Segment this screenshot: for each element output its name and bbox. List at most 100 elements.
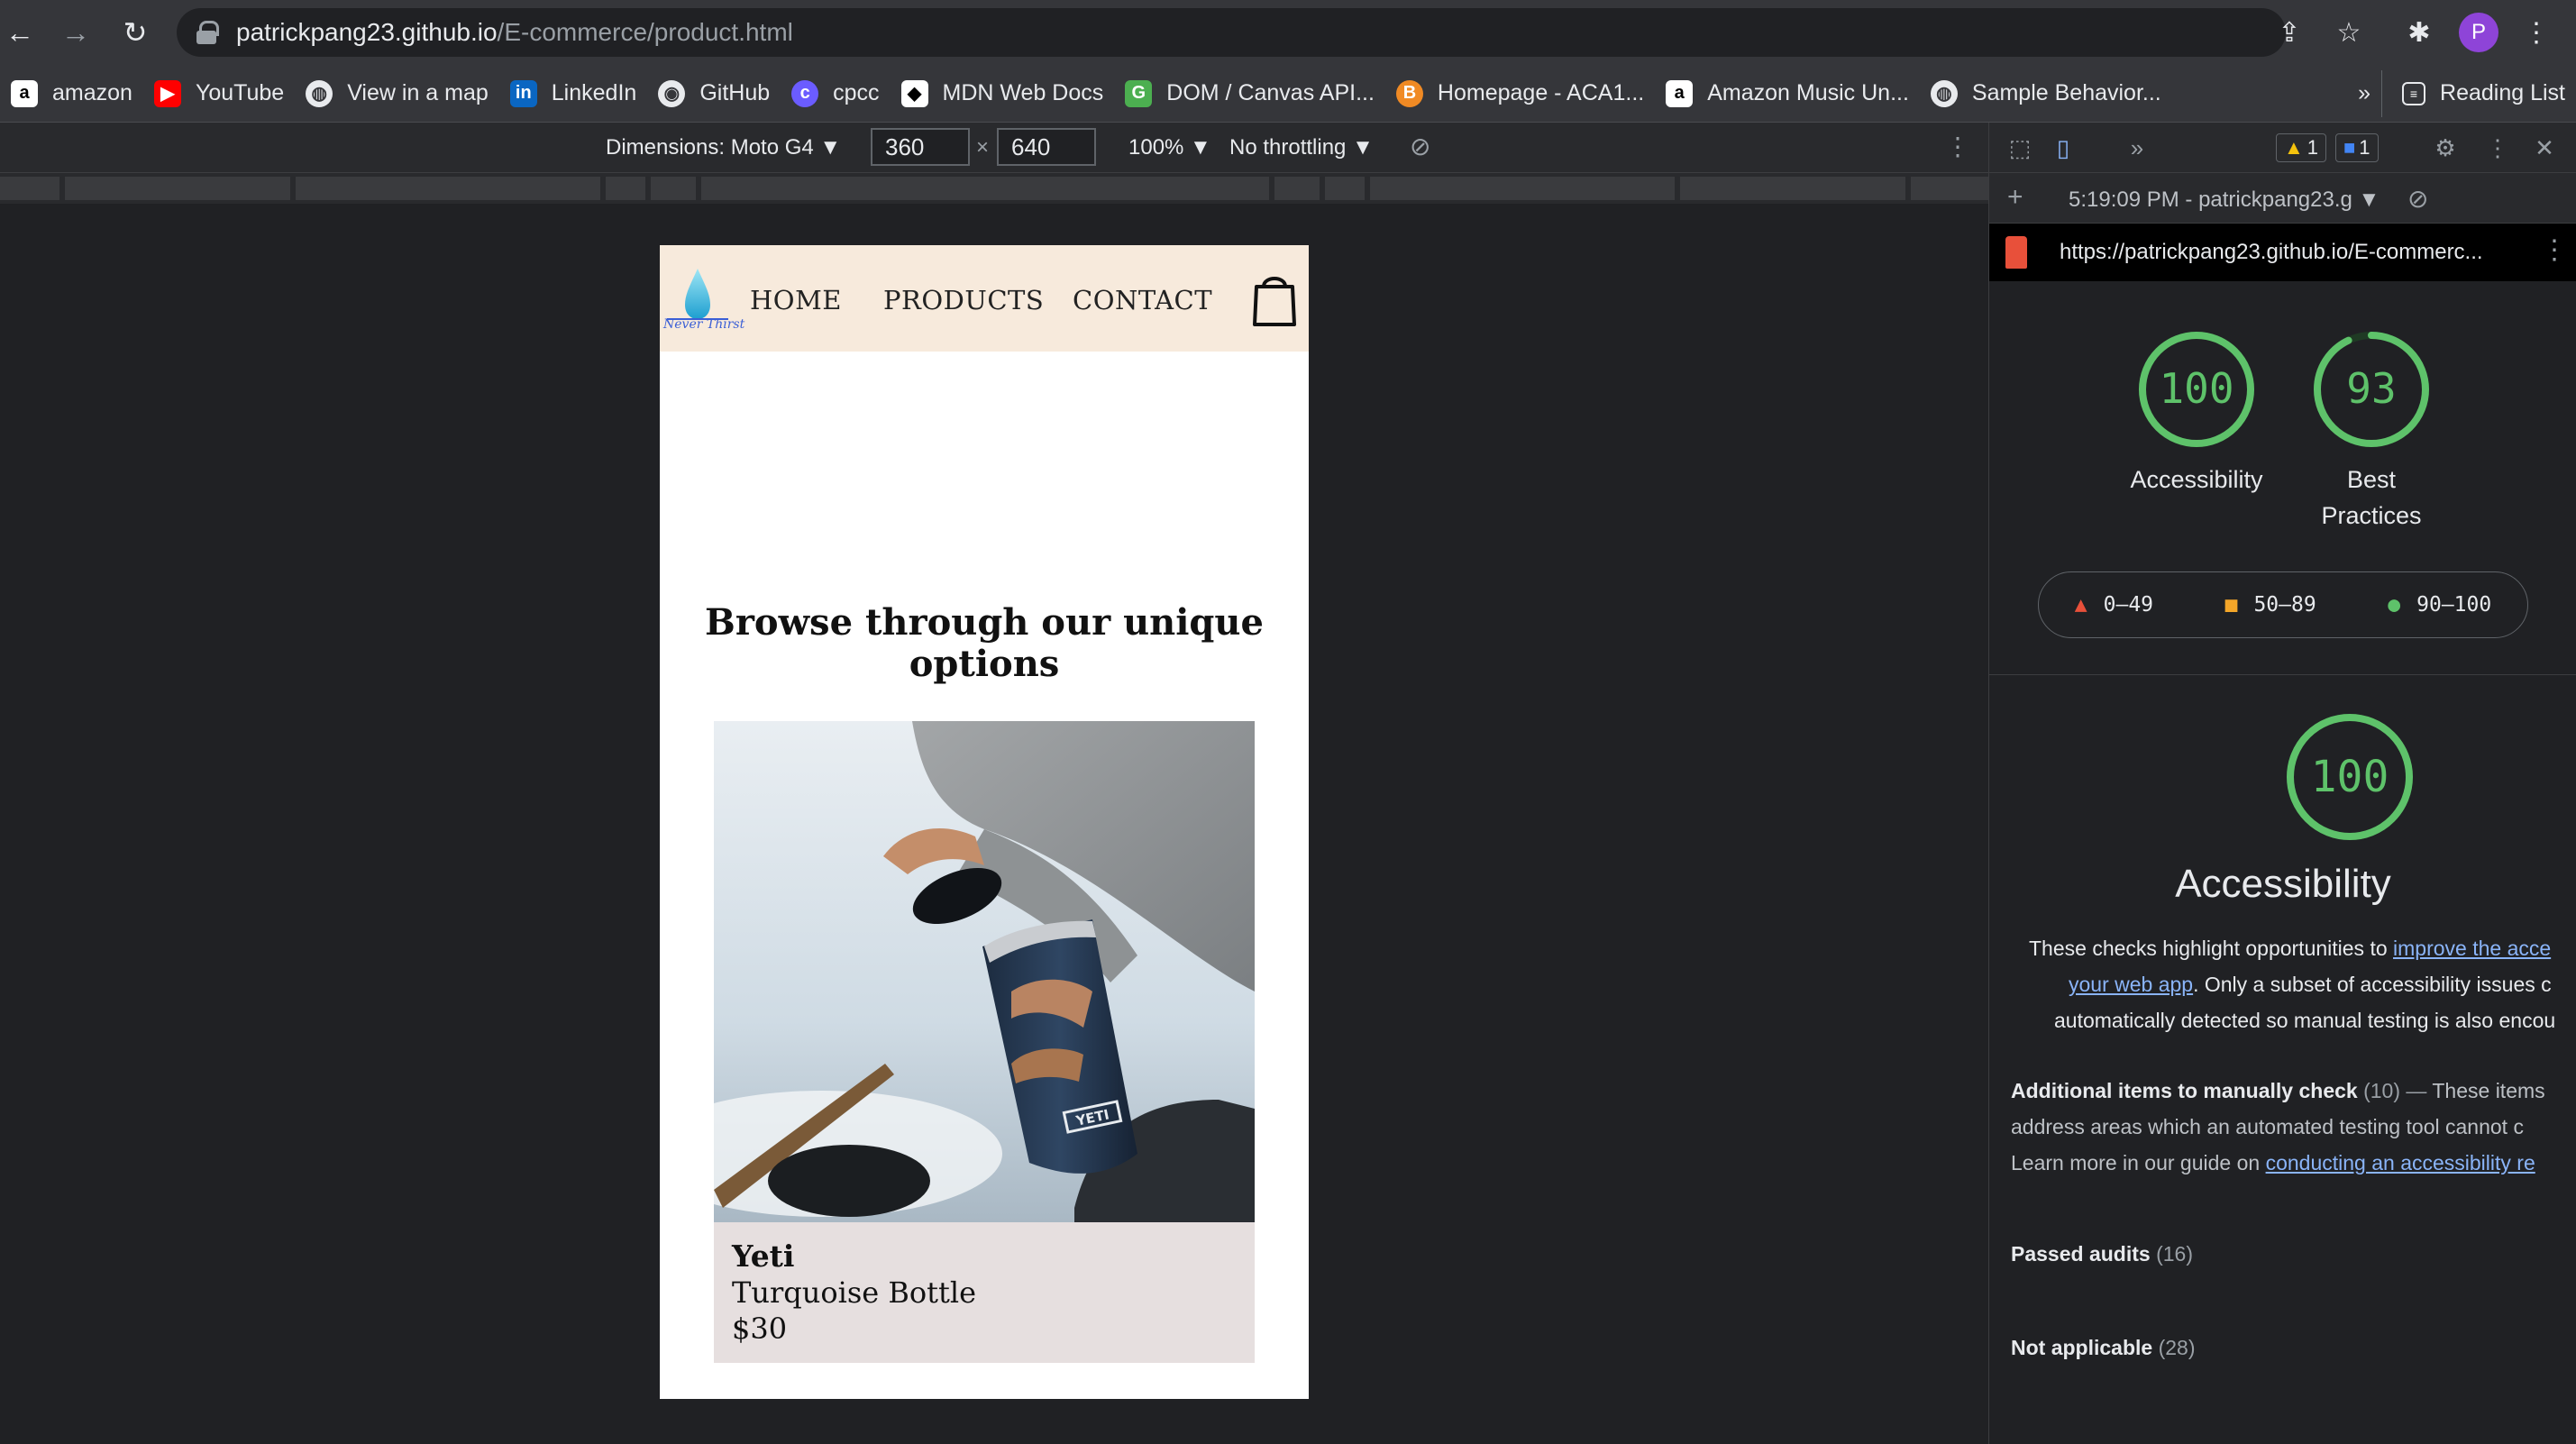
legend-average: ■ 50–89 xyxy=(2225,593,2316,617)
bookmark-youtube[interactable]: ▶ YouTube xyxy=(143,70,295,117)
more-tabs-icon[interactable]: » xyxy=(2123,133,2151,162)
url-path: /E-commerce/product.html xyxy=(497,18,793,46)
warnings-badge[interactable]: ▲ 1 xyxy=(2276,133,2327,162)
bookmark-linkedin[interactable]: in LinkedIn xyxy=(499,70,648,117)
throttling-select[interactable]: No throttling ▼ xyxy=(1229,135,1374,160)
bookmark-label: YouTube xyxy=(195,80,285,105)
legend-pass: ● 90–100 xyxy=(2388,593,2491,617)
legend-fail-range: 0–49 xyxy=(2103,593,2154,617)
bookmark-sample-behavior[interactable]: ◍ Sample Behavior... xyxy=(1920,70,2172,117)
best-practices-score: 93 xyxy=(2346,364,2397,413)
divider xyxy=(1989,674,2576,675)
section-description: These checks highlight opportunities to … xyxy=(2007,930,2576,1038)
bookmark-cpcc[interactable]: c cpcc xyxy=(781,70,890,117)
not-applicable-count: (28) xyxy=(2158,1336,2196,1359)
bookmark-view-in-map[interactable]: ◍ View in a map xyxy=(295,70,499,117)
conducting-review-link[interactable]: conducting an accessibility re xyxy=(2266,1151,2535,1174)
settings-gear-icon[interactable]: ⚙ xyxy=(2431,133,2460,162)
report-url-bar: https://patrickpang23.github.io/E-commer… xyxy=(1989,224,2576,281)
rotate-icon[interactable]: ⊘ xyxy=(1410,132,1430,161)
nav-products[interactable]: PRODUCTS xyxy=(883,285,1044,315)
devtools-menu-icon[interactable]: ⋮ xyxy=(2483,133,2512,162)
lock-icon xyxy=(196,21,219,44)
warning-icon: ▲ xyxy=(2284,136,2304,159)
product-brand: Yeti xyxy=(732,1238,795,1274)
clear-report-icon[interactable]: ⊘ xyxy=(2407,184,2428,214)
globe-icon: ◍ xyxy=(1930,79,1958,107)
accessibility-score-gauge[interactable]: 100 xyxy=(2137,330,2256,449)
legend-average-range: 50–89 xyxy=(2253,593,2316,617)
site-header: Never Thirst HOME PRODUCTS CONTACT xyxy=(660,245,1309,352)
best-practices-label: Best Practices xyxy=(2321,466,2422,529)
reload-icon[interactable]: ↻ xyxy=(115,13,155,52)
not-applicable-audits[interactable]: Not applicable (28) xyxy=(2011,1336,2196,1360)
bookmark-mdn[interactable]: ◆ MDN Web Docs xyxy=(891,70,1115,117)
star-icon[interactable]: ☆ xyxy=(2333,16,2365,49)
legend-pass-range: 90–100 xyxy=(2416,593,2492,617)
zoom-select[interactable]: 100% ▼ xyxy=(1128,135,1211,160)
triangle-icon: ▲ xyxy=(2074,593,2087,617)
bookmark-dom-canvas[interactable]: G DOM / Canvas API... xyxy=(1114,70,1385,117)
add-report-icon[interactable]: + xyxy=(2007,182,2023,213)
bookmark-label: View in a map xyxy=(347,80,489,105)
github-icon: ◉ xyxy=(658,79,686,107)
section-title: Accessibility xyxy=(2175,862,2391,906)
inspect-element-icon[interactable]: ⬚ xyxy=(2005,133,2034,162)
improve-accessibility-link[interactable]: improve the acce xyxy=(2393,937,2551,960)
device-toggle-icon[interactable]: ▯ xyxy=(2049,133,2078,162)
more-options-icon[interactable]: ⋮ xyxy=(1945,132,1970,161)
nav-contact[interactable]: CONTACT xyxy=(1073,285,1212,315)
bookmark-amazon-music[interactable]: a Amazon Music Un... xyxy=(1655,70,1920,117)
extensions-icon[interactable]: ✱ xyxy=(2403,16,2435,49)
web-app-link[interactable]: your web app xyxy=(2069,973,2193,996)
bookmark-label: GitHub xyxy=(699,80,771,105)
report-menu-icon[interactable]: ⋮ xyxy=(2541,234,2568,266)
devtools-panel: ⬚ ▯ » ▲ 1 ■ 1 ⚙ ⋮ ✕ + 5:19:09 PM - patrick… xyxy=(1988,123,2576,1444)
manual-checks[interactable]: Additional items to manually check (10) … xyxy=(2011,1073,2576,1181)
lighthouse-session-bar: + 5:19:09 PM - patrickpang23.g ▼ ⊘ xyxy=(1989,173,2576,224)
share-icon[interactable]: ⇪ xyxy=(2273,16,2306,49)
shopping-bag-icon[interactable] xyxy=(1251,270,1298,328)
amazon-icon: a xyxy=(1666,79,1694,107)
bookmarks-overflow[interactable]: » xyxy=(2347,70,2381,117)
messages-badge[interactable]: ■ 1 xyxy=(2335,133,2379,162)
device-width-input[interactable] xyxy=(871,128,970,166)
bookmark-label: cpcc xyxy=(833,80,880,105)
close-icon[interactable]: ✕ xyxy=(2530,133,2559,162)
accessibility-section-gauge: 100 xyxy=(2285,712,2415,842)
reading-list-label: Reading List xyxy=(2440,80,2565,105)
bookmark-label: DOM / Canvas API... xyxy=(1166,80,1375,105)
canvas-icon: G xyxy=(1125,79,1153,107)
url-host: patrickpang23.github.io xyxy=(236,18,498,46)
section-score: 100 xyxy=(2310,752,2389,802)
forward-icon[interactable]: → xyxy=(56,13,96,52)
passed-audits[interactable]: Passed audits (16) xyxy=(2011,1242,2193,1266)
media-query-ruler[interactable] xyxy=(0,173,1988,204)
bookmark-github[interactable]: ◉ GitHub xyxy=(647,70,781,117)
report-session-select[interactable]: 5:19:09 PM - patrickpang23.g ▼ xyxy=(2069,187,2380,213)
message-icon: ■ xyxy=(2343,136,2356,159)
youtube-icon: ▶ xyxy=(153,79,181,107)
device-select[interactable]: Dimensions: Moto G4 ▼ xyxy=(606,135,841,160)
device-toolbar: Dimensions: Moto G4 ▼ × 100% ▼ No thrott… xyxy=(0,123,1988,173)
desc-text: These checks highlight opportunities to xyxy=(2029,937,2394,960)
logo-text: Never Thirst xyxy=(663,317,745,332)
desc-text: . Only a subset of accessibility issues … xyxy=(2193,973,2552,996)
desc-text: automatically detected so manual testing… xyxy=(2054,1009,2556,1032)
manual-checks-count: (10) xyxy=(2363,1079,2400,1102)
bookmark-amazon[interactable]: a amazon xyxy=(0,70,143,117)
reading-list-button[interactable]: ≡ Reading List xyxy=(2381,69,2576,117)
bookmark-homepage-aca[interactable]: B Homepage - ACA1... xyxy=(1385,70,1655,117)
menu-icon[interactable]: ⋮ xyxy=(2520,16,2553,49)
manual-checks-title: Additional items to manually check xyxy=(2011,1079,2358,1102)
address-bar[interactable]: patrickpang23.github.io/E-commerce/produ… xyxy=(177,8,2286,57)
page-heading: Browse through our unique options xyxy=(705,601,1264,685)
nav-home[interactable]: HOME xyxy=(750,285,842,315)
profile-avatar[interactable]: P xyxy=(2459,13,2498,52)
product-image[interactable]: YETI xyxy=(714,721,1255,1222)
device-height-input[interactable] xyxy=(997,128,1096,166)
back-icon[interactable]: ← xyxy=(0,13,40,52)
product-card[interactable]: Yeti Turquoise Bottle $30 xyxy=(714,1222,1255,1363)
warnings-count: 1 xyxy=(2307,136,2319,159)
best-practices-score-gauge[interactable]: 93 xyxy=(2312,330,2431,449)
